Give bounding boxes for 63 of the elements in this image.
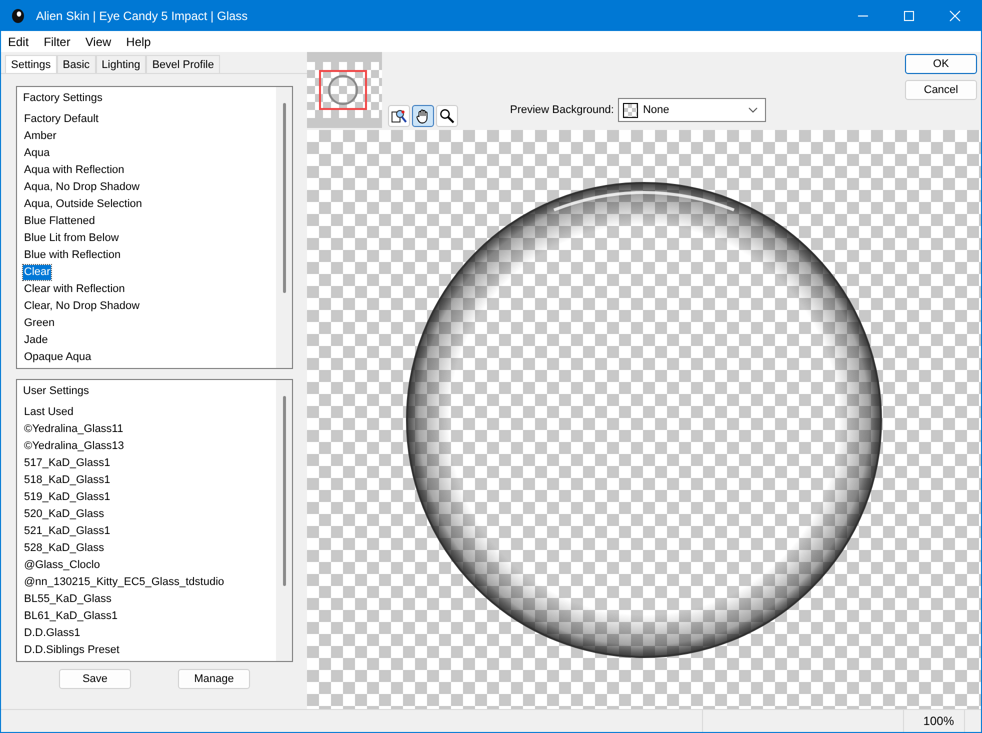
preset-item[interactable]: @nn_130215_Kitty_EC5_Glass_tdstudio	[23, 575, 226, 592]
preset-item[interactable]: Aqua with Reflection	[23, 163, 126, 180]
navigator-thumbnail[interactable]	[307, 52, 382, 128]
dialog-button[interactable]: OK	[905, 54, 977, 74]
preset-item[interactable]: Aqua	[23, 146, 51, 163]
maximize-icon[interactable]	[903, 10, 915, 22]
preset-item[interactable]: Aqua, Outside Selection	[23, 197, 144, 214]
close-icon[interactable]	[949, 10, 961, 22]
preset-item[interactable]: 518_KaD_Glass1	[23, 473, 112, 490]
preset-item[interactable]: 519_KaD_Glass1	[23, 490, 112, 507]
window-title: Alien Skin | Eye Candy 5 Impact | Glass	[36, 9, 248, 23]
app-icon	[10, 8, 26, 24]
preview-background-dropdown[interactable]: None	[618, 98, 766, 122]
preset-item[interactable]: BL61_KaD_Glass1	[23, 609, 119, 626]
settings-button[interactable]: Manage	[178, 669, 250, 689]
preset-item[interactable]: 521_KaD_Glass1	[23, 524, 112, 541]
preset-item[interactable]: Blue with Reflection	[23, 248, 122, 265]
preset-item[interactable]: Clear, No Drop Shadow	[23, 299, 141, 316]
preview-canvas[interactable]	[307, 130, 981, 709]
preset-item[interactable]: Opaque Aqua	[23, 350, 92, 367]
picker-tool[interactable]	[388, 105, 410, 127]
list-heading: User Settings	[23, 384, 90, 399]
menu-item[interactable]: Filter	[44, 34, 70, 48]
preset-item[interactable]: @Glass_Cloclo	[23, 558, 101, 575]
preset-item[interactable]: Clear	[23, 265, 52, 280]
scrollbar-thumb[interactable]	[282, 396, 286, 586]
preset-item[interactable]: Blue Lit from Below	[23, 231, 120, 248]
scrollbar-thumb[interactable]	[282, 103, 286, 293]
preset-item[interactable]: D.D.Siblings Preset	[23, 643, 120, 660]
tab[interactable]: Lighting	[96, 55, 146, 73]
preset-item[interactable]: Factory Default	[23, 112, 100, 129]
preset-item[interactable]: ©Yedralina_Glass11	[23, 422, 124, 439]
list-heading: Factory Settings	[23, 91, 102, 106]
preset-item[interactable]: ©Yedralina_Glass13	[23, 439, 126, 456]
preset-item[interactable]: Aqua, No Drop Shadow	[23, 180, 141, 197]
preset-item[interactable]: 517_KaD_Glass1	[23, 456, 112, 473]
preset-item[interactable]: Clear with Reflection	[23, 282, 126, 299]
zoom-tool[interactable]	[436, 105, 458, 127]
field-label: Preview Background:	[510, 104, 614, 116]
tab[interactable]: Bevel Profile	[146, 55, 220, 73]
search-icon	[439, 108, 455, 124]
preset-item[interactable]: Blue Flattened	[23, 214, 96, 231]
preset-item[interactable]: D.D.Glass1	[23, 626, 82, 643]
tab[interactable]: Settings	[5, 55, 57, 73]
preset-item[interactable]: BL55_KaD_Glass	[23, 592, 112, 609]
tab[interactable]: Basic	[56, 55, 96, 73]
transparency-icon	[622, 102, 638, 118]
preset-item[interactable]: Green	[23, 316, 56, 333]
preset-item[interactable]: Last Used	[23, 405, 75, 422]
menu-item[interactable]: Help	[126, 34, 151, 48]
menu-item[interactable]: View	[85, 34, 112, 48]
picker-icon	[391, 108, 407, 124]
preset-item[interactable]: 528_KaD_Glass	[23, 541, 106, 558]
zoom-level: 100%	[903, 710, 964, 732]
preset-item[interactable]: Amber	[23, 129, 58, 146]
dialog-button[interactable]: Cancel	[905, 80, 977, 100]
chevron-down-icon	[748, 107, 758, 113]
menu-item[interactable]: Edit	[8, 34, 29, 48]
view-frame[interactable]	[319, 70, 367, 110]
preset-item[interactable]: 520_KaD_Glass	[23, 507, 106, 524]
preset-item[interactable]: Jade	[23, 333, 49, 350]
hand-tool[interactable]	[412, 105, 434, 127]
settings-button[interactable]: Save	[59, 669, 131, 689]
